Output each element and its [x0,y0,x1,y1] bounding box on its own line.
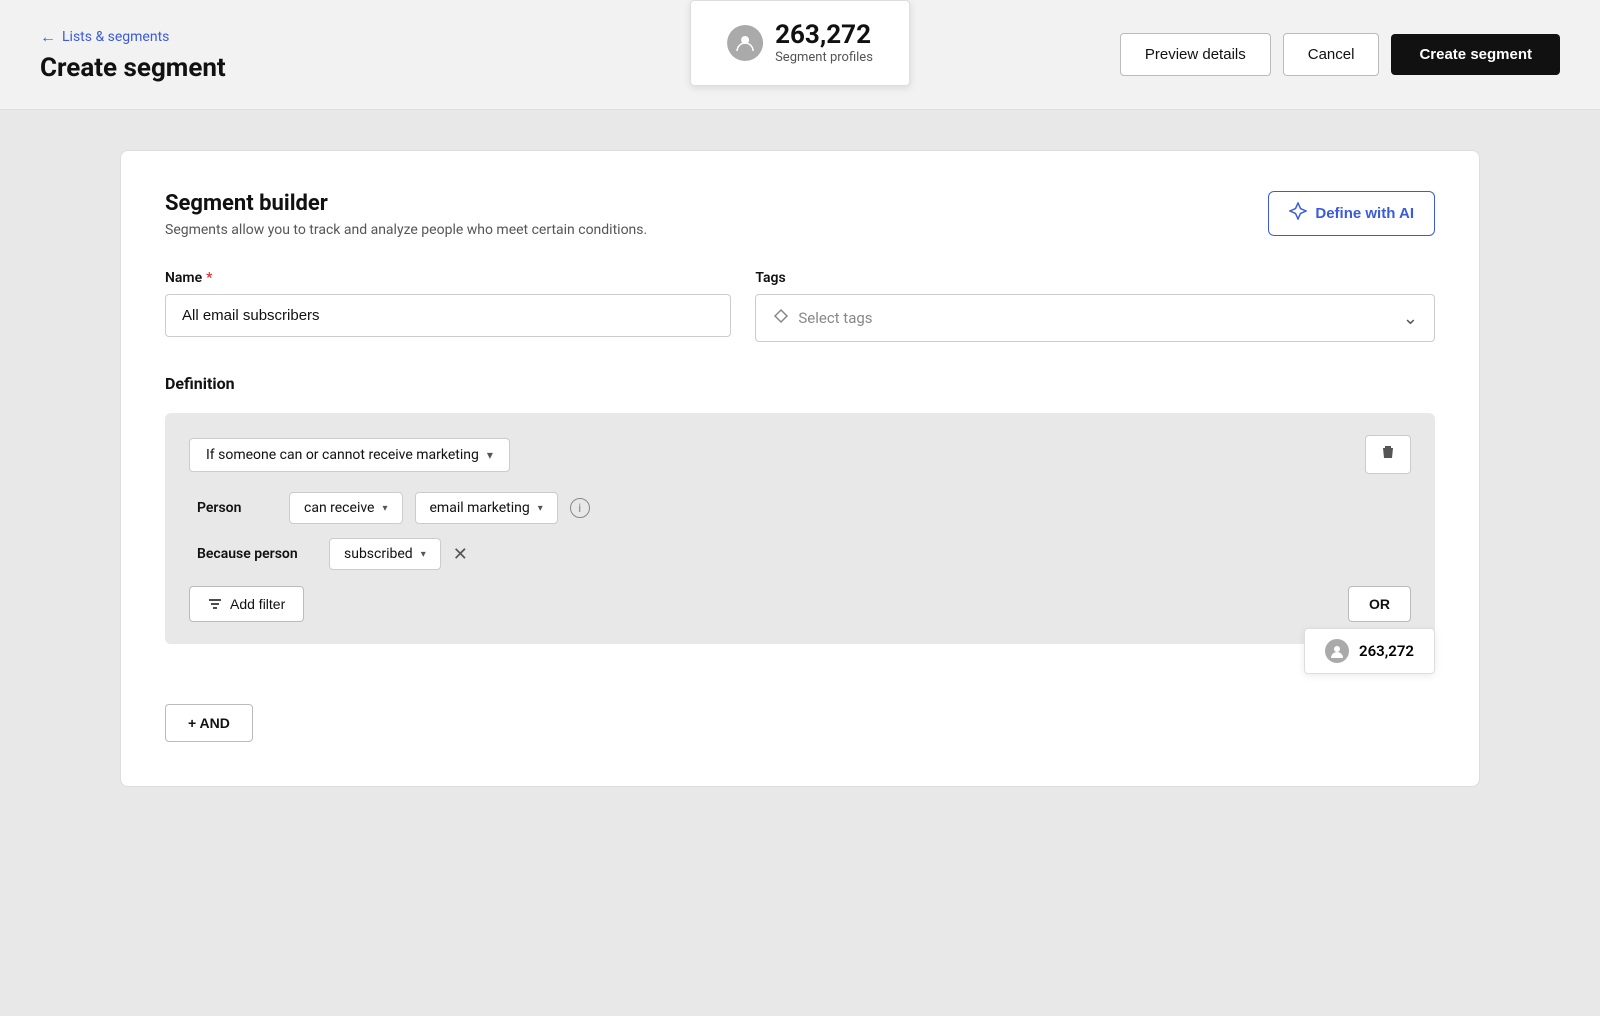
card-header-left: Segment builder Segments allow you to tr… [165,191,647,238]
count-bubble: 263,272 [1304,628,1435,674]
card-header: Segment builder Segments allow you to tr… [165,191,1435,238]
required-star: * [206,270,212,286]
back-link-label: Lists & segments [62,29,169,45]
or-button[interactable]: OR [1348,586,1411,622]
count-avatar-icon [1325,639,1349,663]
tag-icon [772,307,790,329]
segment-count: 263,272 [775,21,873,50]
builder-subtitle: Segments allow you to track and analyze … [165,222,647,238]
add-filter-label: Add filter [230,596,285,612]
subscribed-arrow-icon: ▾ [421,549,426,560]
profile-avatar-icon [727,25,763,61]
person-condition-row: Person can receive ▾ email marketing ▾ i [197,492,1411,524]
page-title: Create segment [40,53,226,83]
name-field-group: Name * [165,270,731,342]
back-link[interactable]: ← Lists & segments [40,27,226,47]
add-filter-button[interactable]: Add filter [189,586,304,622]
name-input[interactable] [165,294,731,337]
filter-actions-row: Add filter OR [189,586,1411,622]
top-bar-left: ← Lists & segments Create segment [40,27,226,83]
definition-label: Definition [165,374,1435,393]
top-bar: ← Lists & segments Create segment 263,27… [0,0,1600,110]
can-receive-arrow-icon: ▾ [382,503,387,514]
filter-block: If someone can or cannot receive marketi… [165,413,1435,644]
segment-label: Segment profiles [775,50,873,65]
delete-filter-button[interactable] [1365,435,1411,474]
segment-builder-card: Segment builder Segments allow you to tr… [120,150,1480,787]
because-condition-row: Because person subscribed ▾ ✕ [197,538,1411,570]
info-i-label: i [578,501,581,515]
define-ai-button[interactable]: Define with AI [1268,191,1435,236]
filter-top-row: If someone can or cannot receive marketi… [189,435,1411,474]
segment-profiles-info: 263,272 Segment profiles [775,21,873,65]
email-marketing-dropdown[interactable]: email marketing ▾ [415,492,558,524]
chevron-down-icon: ⌄ [1403,308,1418,329]
tags-field-group: Tags Select tags ⌄ [755,270,1435,342]
top-bar-right: Preview details Cancel Create segment [1120,33,1560,76]
because-label: Because person [197,546,317,562]
subscribed-label: subscribed [344,546,413,562]
person-label: Person [197,500,277,516]
filter-type-label: If someone can or cannot receive marketi… [206,447,479,463]
email-marketing-arrow-icon: ▾ [538,503,543,514]
preview-button[interactable]: Preview details [1120,33,1271,76]
create-segment-button[interactable]: Create segment [1391,34,1560,75]
form-row: Name * Tags Select tags [165,270,1435,342]
remove-because-button[interactable]: ✕ [453,544,468,565]
can-receive-dropdown[interactable]: can receive ▾ [289,492,403,524]
segment-profiles-box: 263,272 Segment profiles [690,0,910,86]
definition-section: Definition If someone can or cannot rece… [165,374,1435,742]
filter-dropdown-arrow-icon: ▾ [487,448,493,462]
tags-placeholder: Select tags [798,309,872,327]
tags-select-left: Select tags [772,307,872,329]
email-marketing-label: email marketing [430,500,530,516]
name-label: Name * [165,270,731,286]
tags-label: Tags [755,270,1435,286]
subscribed-dropdown[interactable]: subscribed ▾ [329,538,441,570]
and-button[interactable]: + AND [165,704,253,742]
filter-type-dropdown[interactable]: If someone can or cannot receive marketi… [189,438,510,472]
tags-select[interactable]: Select tags ⌄ [755,294,1435,342]
cancel-button[interactable]: Cancel [1283,33,1380,76]
ai-diamond-icon [1289,202,1307,225]
main-content: Segment builder Segments allow you to tr… [0,110,1600,827]
builder-title: Segment builder [165,191,647,216]
can-receive-label: can receive [304,500,374,516]
filter-conditions: Person can receive ▾ email marketing ▾ i [189,492,1411,570]
count-number: 263,272 [1359,642,1414,660]
info-icon[interactable]: i [570,498,590,518]
back-arrow-icon: ← [40,27,56,47]
define-ai-label: Define with AI [1315,205,1414,222]
